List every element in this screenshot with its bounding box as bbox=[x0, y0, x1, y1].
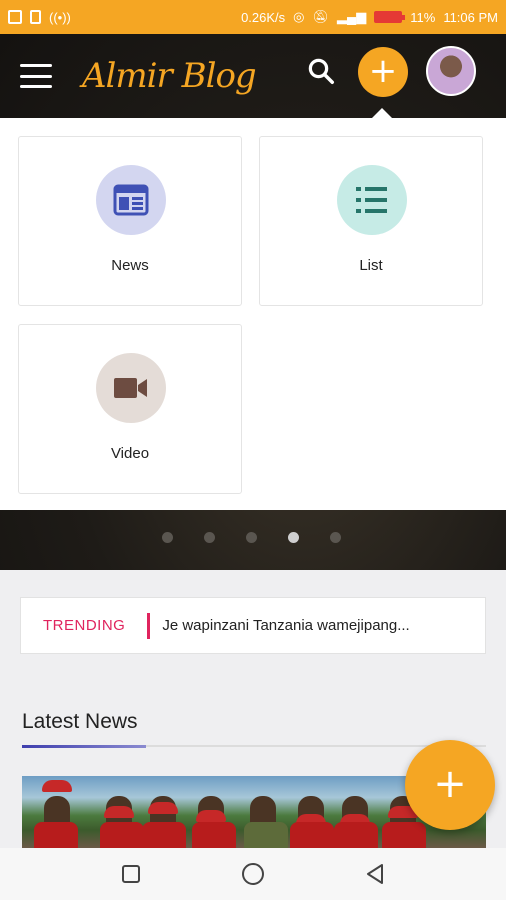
mute-icon: 🔕︎ bbox=[312, 9, 330, 24]
carousel-dot[interactable] bbox=[162, 532, 173, 543]
clock: 11:06 PM bbox=[443, 9, 498, 25]
photo-figure bbox=[334, 822, 378, 848]
latest-news-heading: Latest News bbox=[22, 710, 138, 733]
create-popup-menu: News List Video bbox=[0, 118, 506, 510]
trending-label: TRENDING bbox=[43, 617, 126, 634]
recent-apps-button[interactable] bbox=[111, 854, 151, 894]
carousel-dot[interactable] bbox=[246, 532, 257, 543]
popup-arrow bbox=[372, 108, 392, 118]
video-camera-icon bbox=[114, 378, 147, 398]
hamburger-icon[interactable] bbox=[20, 64, 52, 88]
signal-icon: ▂▄▆ bbox=[337, 9, 367, 24]
trending-bar[interactable]: TRENDING Je wapinzani Tanzania wamejipan… bbox=[20, 597, 486, 654]
system-nav-bar bbox=[0, 848, 506, 900]
floating-add-button[interactable]: + bbox=[405, 740, 495, 830]
news-label: News bbox=[111, 257, 149, 274]
plus-icon: + bbox=[368, 51, 398, 91]
photo-figure bbox=[104, 806, 134, 818]
photo-figure bbox=[244, 822, 288, 848]
net-speed: 0.26K/s bbox=[241, 9, 286, 25]
carousel-dot-active[interactable] bbox=[288, 532, 299, 543]
home-icon bbox=[242, 863, 264, 885]
video-label: Video bbox=[110, 445, 150, 462]
section-underline bbox=[22, 745, 486, 748]
photo-figure bbox=[142, 822, 186, 848]
create-news-card[interactable]: News bbox=[18, 136, 242, 306]
battery-icon bbox=[374, 11, 406, 23]
sim-icon bbox=[30, 10, 41, 24]
video-icon-circle bbox=[96, 353, 166, 423]
hotspot-icon: ((•)) bbox=[49, 9, 71, 25]
back-icon bbox=[367, 864, 383, 884]
photo-figure bbox=[382, 822, 426, 848]
add-post-button[interactable]: + bbox=[358, 47, 408, 97]
carousel-dot[interactable] bbox=[330, 532, 341, 543]
list-icon-circle bbox=[337, 165, 407, 235]
trending-headline[interactable]: Je wapinzani Tanzania wamejipang... bbox=[162, 617, 409, 634]
photo-figure bbox=[148, 802, 178, 814]
photo-figure bbox=[192, 822, 236, 848]
newspaper-icon bbox=[113, 184, 149, 216]
photo-figure bbox=[290, 822, 334, 848]
screen-cast-icon bbox=[8, 10, 22, 24]
plus-icon: + bbox=[433, 761, 467, 807]
app-bar: Almir Blog + bbox=[0, 34, 506, 118]
back-button[interactable] bbox=[355, 854, 395, 894]
create-video-card[interactable]: Video bbox=[18, 324, 242, 494]
create-list-card[interactable]: List bbox=[259, 136, 483, 306]
nfc-icon: ◎ bbox=[293, 9, 305, 24]
photo-figure bbox=[196, 810, 226, 822]
news-icon-circle bbox=[96, 165, 166, 235]
recent-apps-icon bbox=[122, 865, 140, 883]
home-button[interactable] bbox=[233, 854, 273, 894]
list-icon bbox=[356, 187, 387, 213]
list-label: List bbox=[359, 257, 383, 274]
photo-figure bbox=[100, 822, 144, 848]
photo-figure bbox=[42, 780, 72, 792]
avatar[interactable] bbox=[426, 46, 476, 96]
photo-figure bbox=[34, 822, 78, 848]
status-bar: ((•)) 0.26K/s ◎ 🔕︎ ▂▄▆ 11% 11:06 PM bbox=[0, 0, 506, 34]
carousel-indicator bbox=[162, 532, 341, 543]
search-icon[interactable] bbox=[306, 56, 336, 86]
trending-divider bbox=[147, 612, 151, 639]
app-logo[interactable]: Almir Blog bbox=[82, 56, 257, 96]
carousel-dot[interactable] bbox=[204, 532, 215, 543]
battery-percent: 11% bbox=[410, 9, 436, 25]
